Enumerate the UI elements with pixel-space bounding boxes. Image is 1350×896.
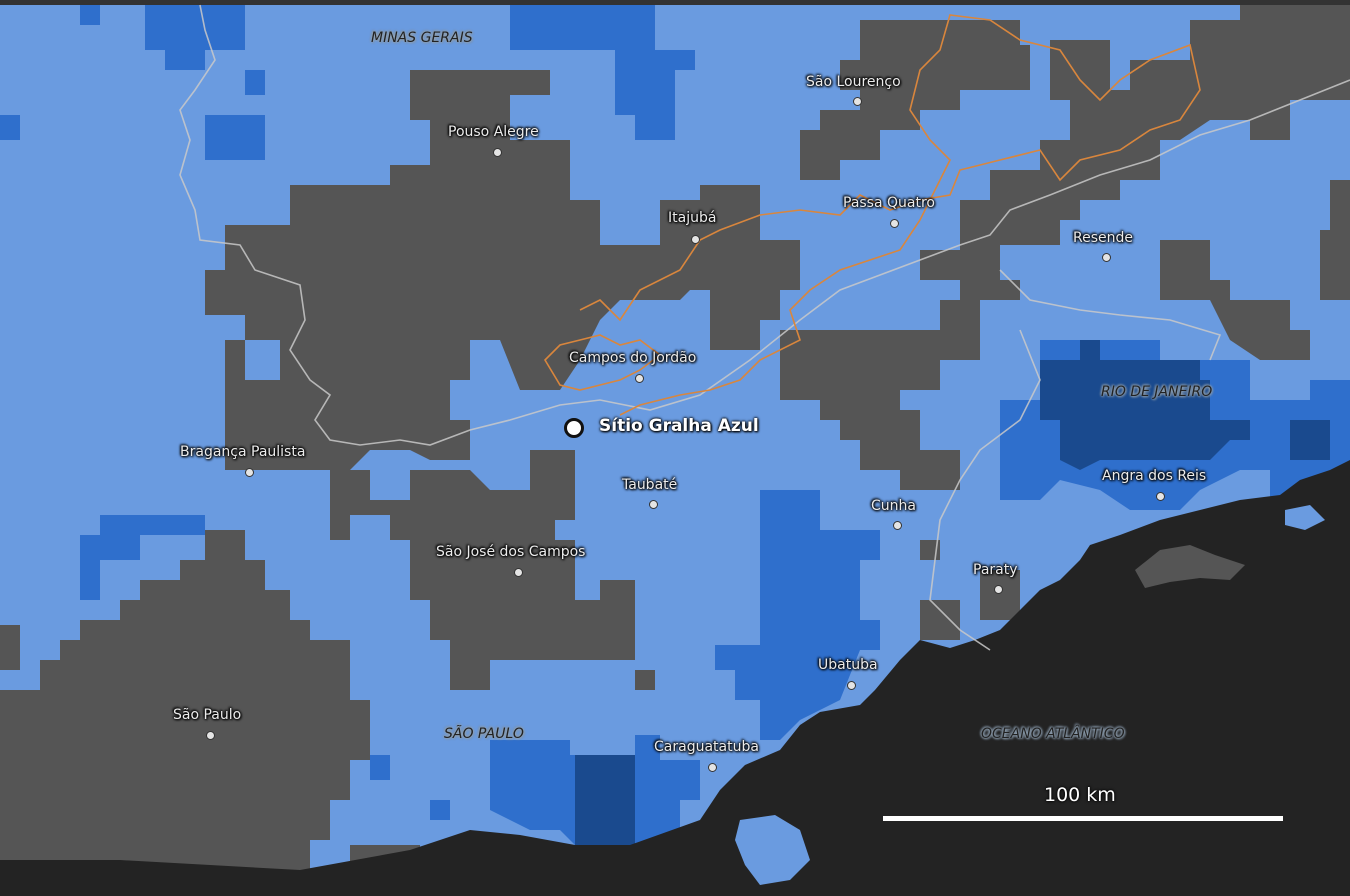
dry-area-north-2	[1000, 45, 1030, 90]
scale-bar	[883, 816, 1283, 821]
city-label-cunha: Cunha	[871, 498, 916, 514]
precip-medium-patch-2	[370, 755, 390, 780]
city-label-resende: Resende	[1073, 230, 1133, 246]
city-marker-ubatuba	[847, 681, 856, 690]
wet-gap	[800, 400, 820, 420]
city-label-sao-jose-dos-campos: São José dos Campos	[436, 544, 586, 560]
dry-area-coast	[920, 600, 960, 640]
precip-medium-patch	[430, 800, 450, 820]
site-location-marker[interactable]	[564, 418, 584, 438]
city-marker-itajuba	[691, 235, 700, 244]
region-label-oceano: OCEANO ATLÂNTICO	[981, 726, 1125, 742]
city-marker-sao-jose-dos-campos	[514, 568, 523, 577]
precip-medium-nw-4	[80, 5, 100, 25]
city-marker-cunha	[893, 521, 902, 530]
precip-heavy-rio-2	[1290, 420, 1330, 460]
region-label-minas-gerais: MINAS GERAIS	[371, 30, 473, 46]
dry-area-patch	[530, 450, 575, 470]
city-marker-taubate	[649, 500, 658, 509]
city-label-passa-quatro: Passa Quatro	[843, 195, 935, 211]
region-label-sao-paulo: SÃO PAULO	[444, 726, 524, 742]
dry-area-far-west	[0, 625, 20, 670]
precip-heavy-coast	[575, 755, 635, 845]
city-marker-sao-paulo	[206, 731, 215, 740]
city-marker-angra-dos-reis	[1156, 492, 1165, 501]
city-marker-resende	[1102, 253, 1111, 262]
city-label-caraguatatuba: Caraguatatuba	[654, 739, 759, 755]
city-label-ubatuba: Ubatuba	[818, 657, 878, 673]
precip-medium-nw-3	[245, 70, 265, 95]
city-label-sao-lourenco: São Lourenço	[806, 74, 901, 90]
top-edge	[0, 0, 1350, 5]
city-label-campos-do-jordao: Campos do Jordão	[569, 350, 697, 366]
city-marker-caraguatatuba	[708, 763, 717, 772]
map-view[interactable]: MINAS GERAIS SÃO PAULO RIO DE JANEIRO OC…	[0, 0, 1350, 896]
city-label-braganca-paulista: Bragança Paulista	[180, 444, 306, 460]
city-marker-braganca-paulista	[245, 468, 254, 477]
city-label-angra-dos-reis: Angra dos Reis	[1102, 468, 1207, 484]
city-label-itajuba: Itajubá	[668, 210, 717, 226]
city-marker-campos-do-jordao	[635, 374, 644, 383]
city-marker-paraty	[994, 585, 1003, 594]
city-label-pouso-alegre: Pouso Alegre	[448, 124, 539, 140]
city-marker-sao-lourenco	[853, 97, 862, 106]
site-location-label: Sítio Gralha Azul	[599, 416, 759, 436]
city-label-paraty: Paraty	[973, 562, 1018, 578]
precip-medium-nw-2	[205, 115, 265, 160]
city-label-sao-paulo: São Paulo	[173, 707, 242, 723]
region-label-rio-de-janeiro: RIO DE JANEIRO	[1101, 384, 1213, 400]
city-label-taubate: Taubaté	[622, 477, 678, 493]
precip-medium-w	[0, 115, 20, 140]
city-marker-pouso-alegre	[493, 148, 502, 157]
dry-area-patch-2	[635, 670, 655, 690]
scale-bar-label: 100 km	[1044, 784, 1116, 806]
city-marker-passa-quatro	[890, 219, 899, 228]
